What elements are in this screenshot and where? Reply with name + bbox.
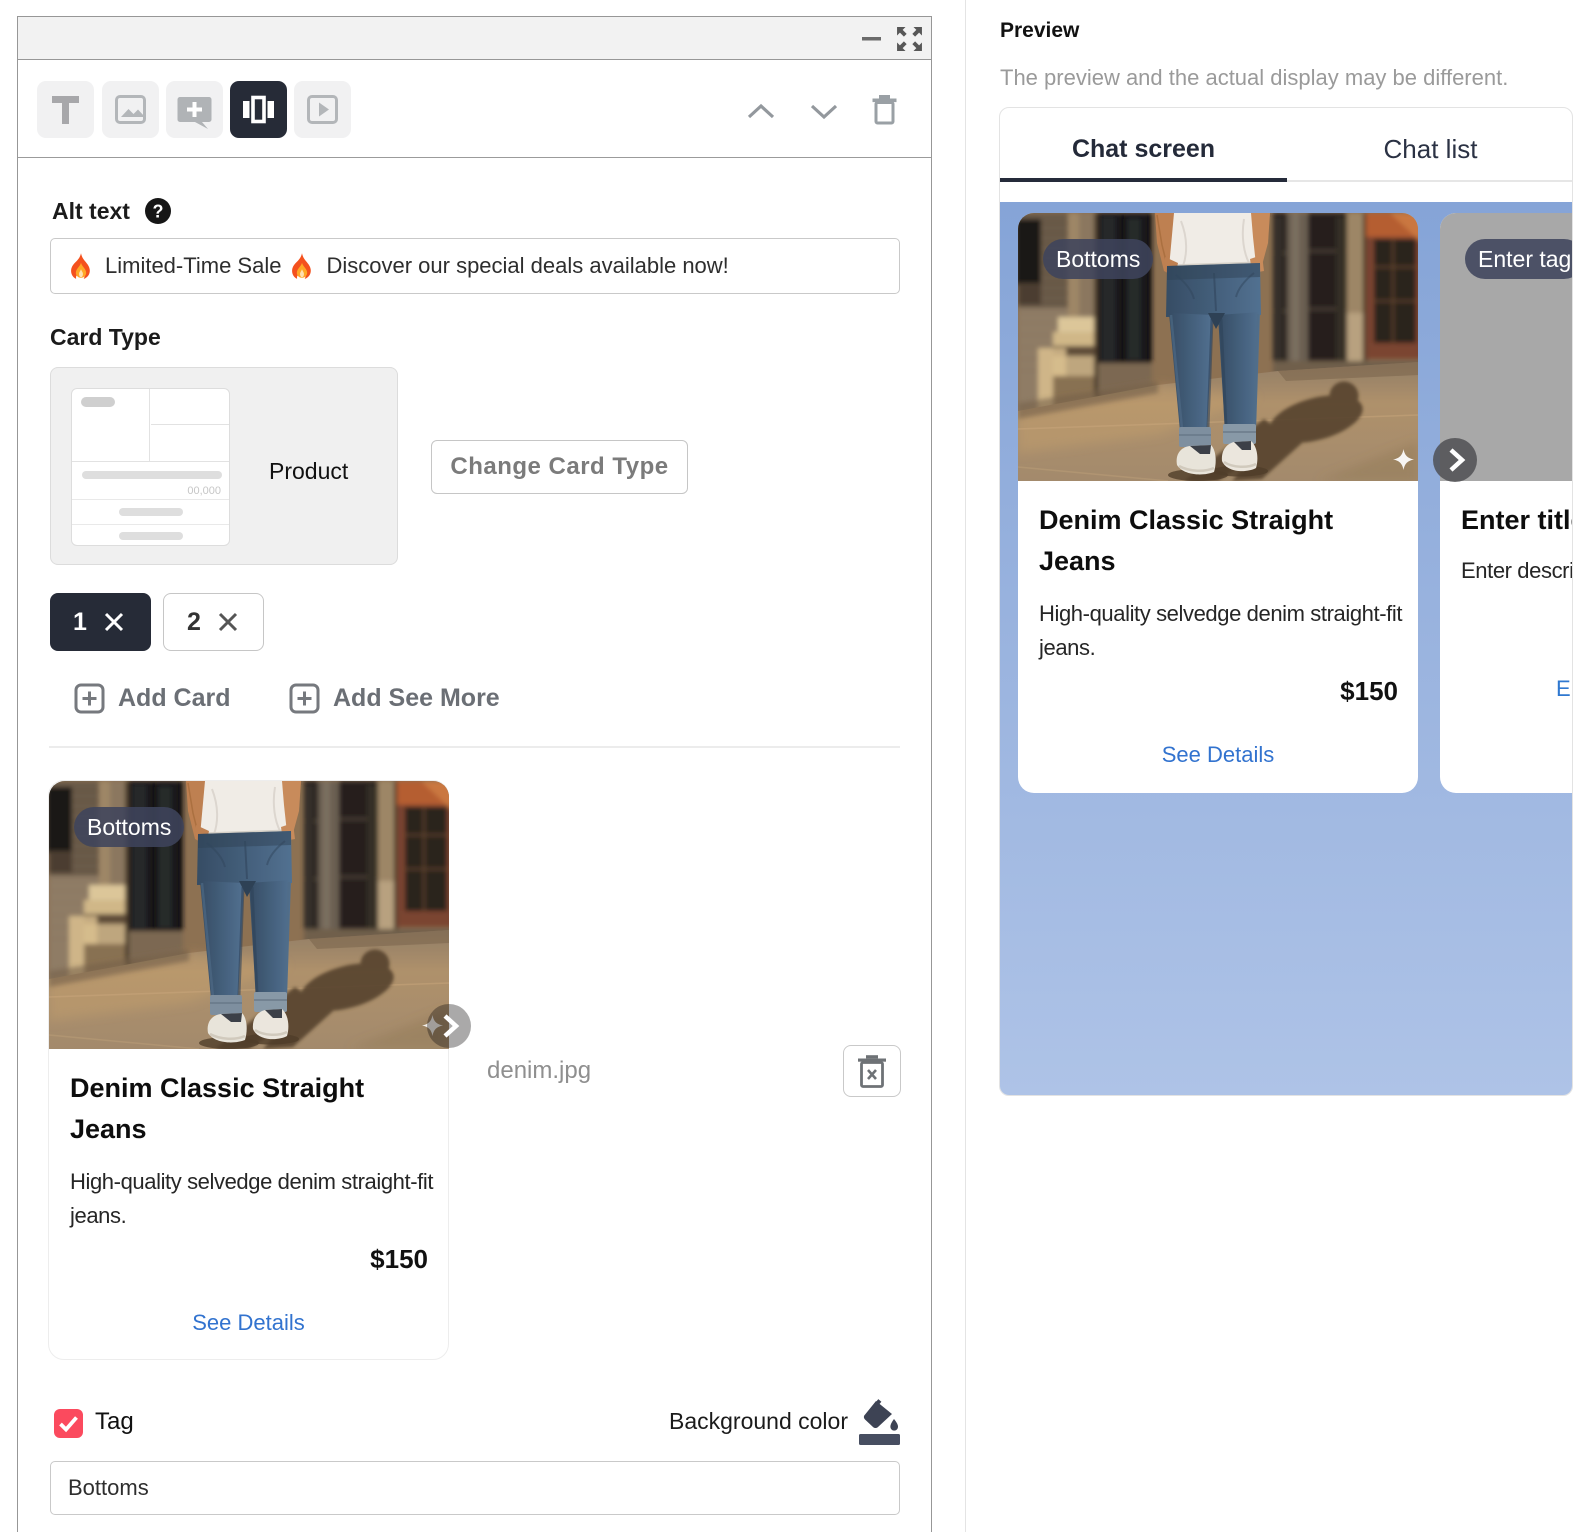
svg-text:?: ? — [153, 202, 164, 222]
